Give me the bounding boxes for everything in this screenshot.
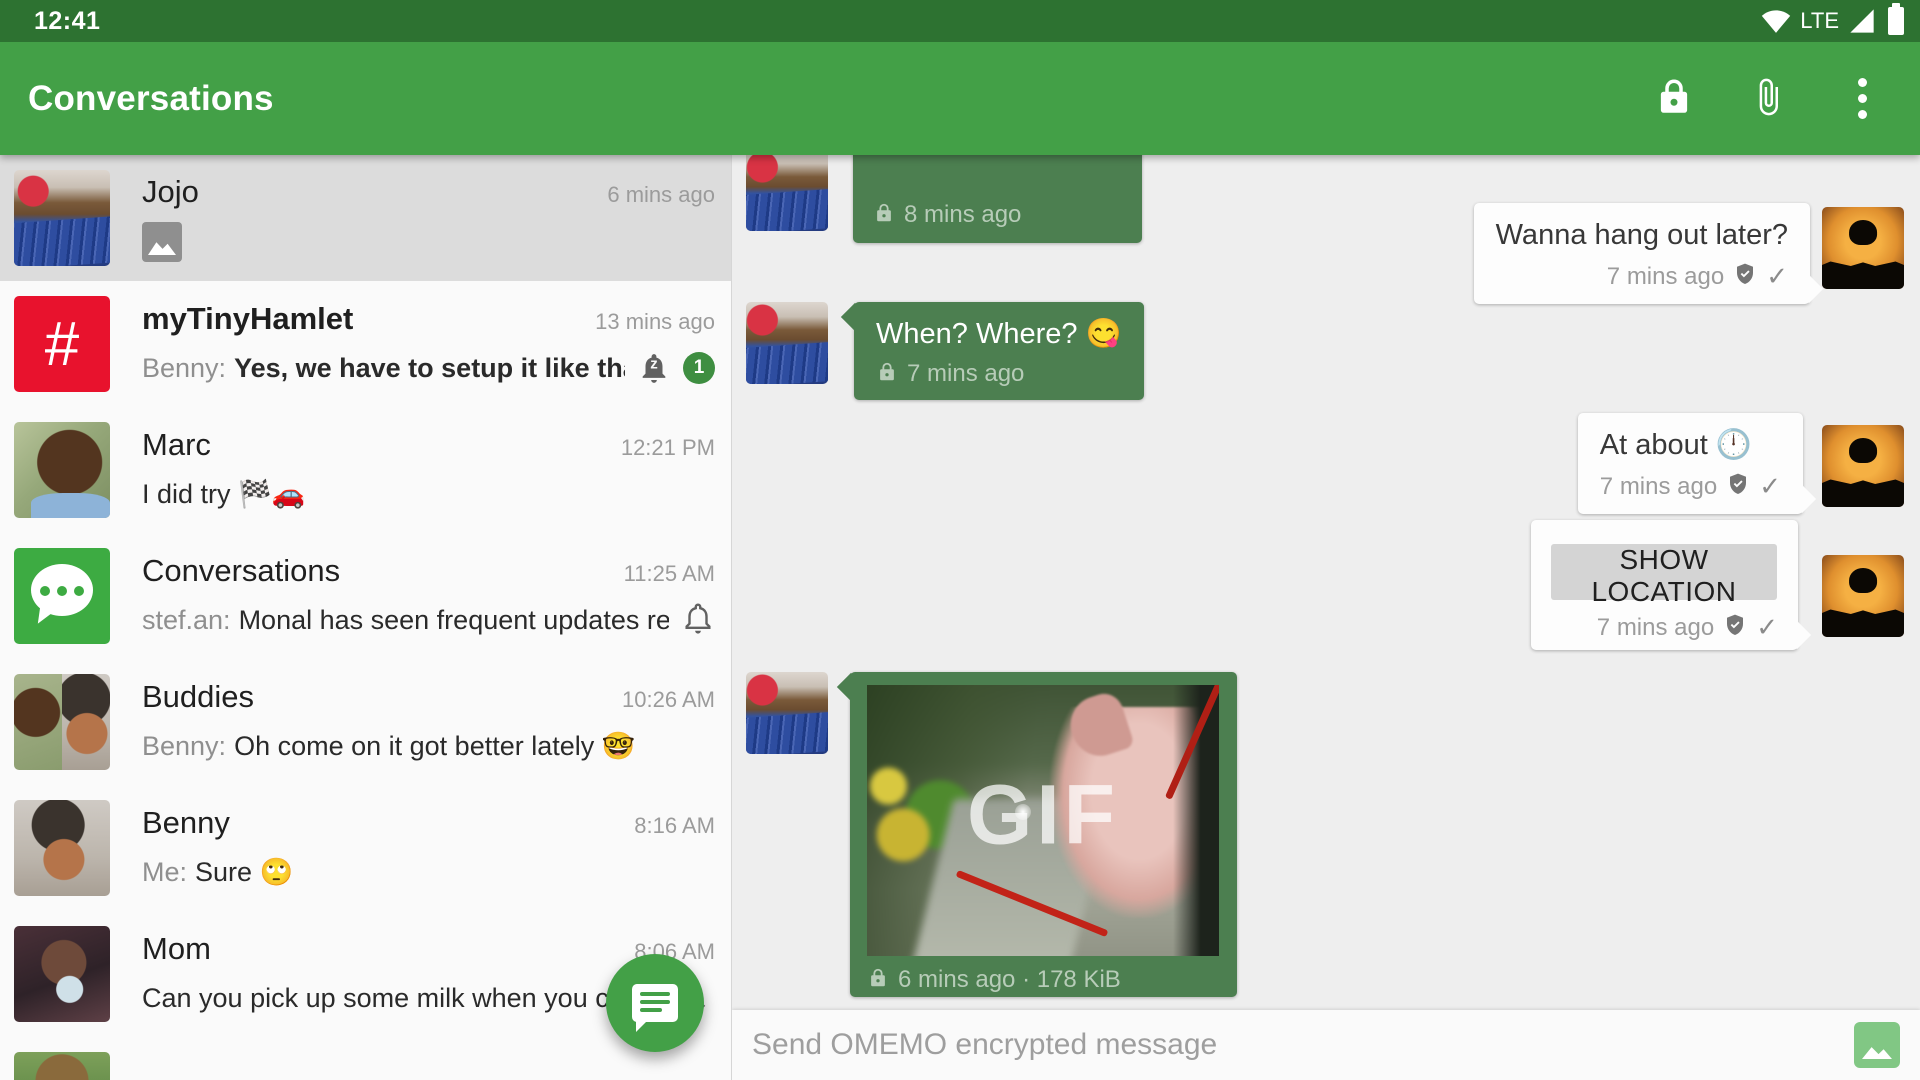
message-time: 7 mins ago <box>1599 472 1718 500</box>
message-bubble-gif[interactable]: GIF 6 mins ago · 178 KiB <box>836 672 1237 997</box>
message-time: 6 mins ago · 178 KiB <box>898 966 1121 993</box>
conversation-time: 10:26 AM <box>622 687 715 712</box>
message-text: When? Where? 😋 <box>876 318 1122 350</box>
message-text: At about 🕛 <box>1599 429 1752 461</box>
omemo-lock-button[interactable] <box>1646 71 1702 127</box>
lte-label: LTE <box>1800 8 1839 33</box>
conversation-row-jojo[interactable]: Jojo 6 mins ago <box>0 155 731 281</box>
page-title: Conversations <box>28 78 274 118</box>
avatar-jojo-message[interactable] <box>746 672 828 754</box>
conversation-row-conversations[interactable]: Conversations 11:25 AM stef.an: Monal has… <box>0 533 731 659</box>
conversation-name: Benny <box>142 805 230 840</box>
gif-badge: GIF <box>967 767 1119 862</box>
preview-message: Oh come on it got better lately 🤓 <box>234 731 636 761</box>
notifications-bell-icon <box>681 601 715 640</box>
message-time: 7 mins ago <box>1606 262 1725 290</box>
conversation-time: 12:21 PM <box>620 435 715 460</box>
message-time: 7 mins ago <box>907 360 1025 387</box>
message-bubble-incoming[interactable]: When? Where? 😋 7 mins ago <box>840 302 1144 400</box>
avatar-me[interactable] <box>1822 207 1904 289</box>
conversation-row-mytinyhamlet[interactable]: # myTinyHamlet 13 mins ago Benny: Yes, we… <box>0 281 731 407</box>
clock: 12:41 <box>34 6 101 35</box>
preview-message: Monal has seen frequent updates rece… <box>238 604 669 635</box>
send-photo-button[interactable] <box>1854 1022 1900 1068</box>
preview-sender: Me: <box>142 857 188 887</box>
chat-pane: 8 mins ago Wanna hang out later? 7 mins … <box>732 155 1920 1080</box>
avatar-me[interactable] <box>1822 555 1904 637</box>
image-preview-icon <box>142 222 182 262</box>
avatar-jojo <box>14 170 110 266</box>
message-bubble-location[interactable]: SHOW LOCATION 7 mins ago ✓ <box>1531 520 1812 650</box>
conversation-time: 8:16 AM <box>634 813 715 838</box>
delivered-check-icon: ✓ <box>1759 471 1781 501</box>
message-bubble-outgoing[interactable]: Wanna hang out later? 7 mins ago ✓ <box>1473 203 1824 304</box>
lock-icon <box>1653 76 1695 121</box>
message-bubble-outgoing[interactable]: At about 🕛 7 mins ago ✓ <box>1577 413 1817 514</box>
hash-glyph: # <box>44 309 80 379</box>
verified-shield-icon <box>1723 613 1747 642</box>
cell-signal-icon <box>1848 7 1876 35</box>
avatar-mom <box>14 926 110 1022</box>
new-conversation-fab[interactable] <box>606 954 704 1052</box>
attach-file-button[interactable] <box>1740 71 1796 127</box>
avatar-marc <box>14 422 110 518</box>
preview-message: Sure 🙄 <box>195 857 294 887</box>
preview-sender: Benny: <box>142 352 227 383</box>
overflow-menu-button[interactable] <box>1834 71 1890 127</box>
conversation-name: Conversations <box>142 552 341 588</box>
preview-message: I did try 🏁🚗 <box>142 479 306 509</box>
message-time: 7 mins ago <box>1596 613 1715 641</box>
snooze-z-glyph: z <box>650 355 658 373</box>
lock-icon <box>876 361 898 388</box>
avatar-jojo-message[interactable] <box>746 155 828 231</box>
conversation-name: Marc <box>142 427 211 462</box>
show-location-button[interactable]: SHOW LOCATION <box>1551 544 1777 607</box>
lock-icon <box>873 202 895 229</box>
kebab-menu-icon <box>1857 78 1867 119</box>
delivered-check-icon: ✓ <box>1766 261 1788 291</box>
avatar-conversations-logo <box>14 548 110 644</box>
message-text: Wanna hang out later? <box>1495 219 1788 251</box>
verified-shield-icon <box>1733 262 1757 291</box>
avatar-benny <box>14 800 110 896</box>
message-bubble-incoming-partial[interactable]: 8 mins ago <box>853 155 1142 243</box>
paperclip-icon <box>1748 77 1788 120</box>
verified-shield-icon <box>1726 472 1750 501</box>
wifi-icon <box>1761 8 1791 34</box>
avatar-buddies <box>14 674 110 770</box>
delivered-check-icon: ✓ <box>1756 612 1778 642</box>
status-bar: 12:41 LTE <box>0 0 1920 42</box>
conversation-row-benny[interactable]: Benny 8:16 AM Me: Sure 🙄 <box>0 785 731 911</box>
gif-thumbnail[interactable]: GIF <box>867 685 1219 956</box>
app-toolbar: Conversations <box>0 42 1920 155</box>
conversation-time: 11:25 AM <box>623 560 715 586</box>
lock-icon <box>867 967 889 994</box>
app-screen: 12:41 LTE Conversations Jojo 6 mins ago … <box>0 0 1920 1080</box>
chat-bubble-icon <box>632 984 678 1032</box>
message-input-bar <box>732 1010 1920 1080</box>
conversation-row-rose[interactable]: Rose 2:23 AM <box>0 1037 731 1080</box>
preview-sender: Benny: <box>142 731 227 761</box>
conversation-name: Jojo <box>142 174 199 209</box>
conversation-row-buddies[interactable]: Buddies 10:26 AM Benny: Oh come on it got… <box>0 659 731 785</box>
avatar-me[interactable] <box>1822 425 1904 507</box>
conversation-time: 13 mins ago <box>595 309 715 334</box>
avatar-mytinyhamlet: # <box>14 296 110 392</box>
conversation-name: Mom <box>142 931 211 966</box>
notifications-paused-icon: z <box>637 351 671 385</box>
message-time: 8 mins ago <box>904 201 1022 228</box>
battery-icon <box>1888 3 1904 35</box>
preview-sender: stef.an: <box>142 604 231 635</box>
message-input[interactable] <box>752 1028 1854 1062</box>
conversation-list: Jojo 6 mins ago # myTinyHamlet 13 mins a… <box>0 155 732 1080</box>
avatar-jojo-message[interactable] <box>746 302 828 384</box>
status-icons: LTE <box>1761 3 1904 35</box>
conversation-name: Buddies <box>142 679 255 714</box>
conversation-name: myTinyHamlet <box>142 301 354 336</box>
avatar-rose <box>14 1052 110 1080</box>
conversation-time: 6 mins ago <box>607 182 715 207</box>
preview-message: Yes, we have to setup it like that ev… <box>234 352 625 383</box>
conversation-row-marc[interactable]: Marc 12:21 PM I did try 🏁🚗 <box>0 407 731 533</box>
unread-badge: 1 <box>683 352 715 384</box>
